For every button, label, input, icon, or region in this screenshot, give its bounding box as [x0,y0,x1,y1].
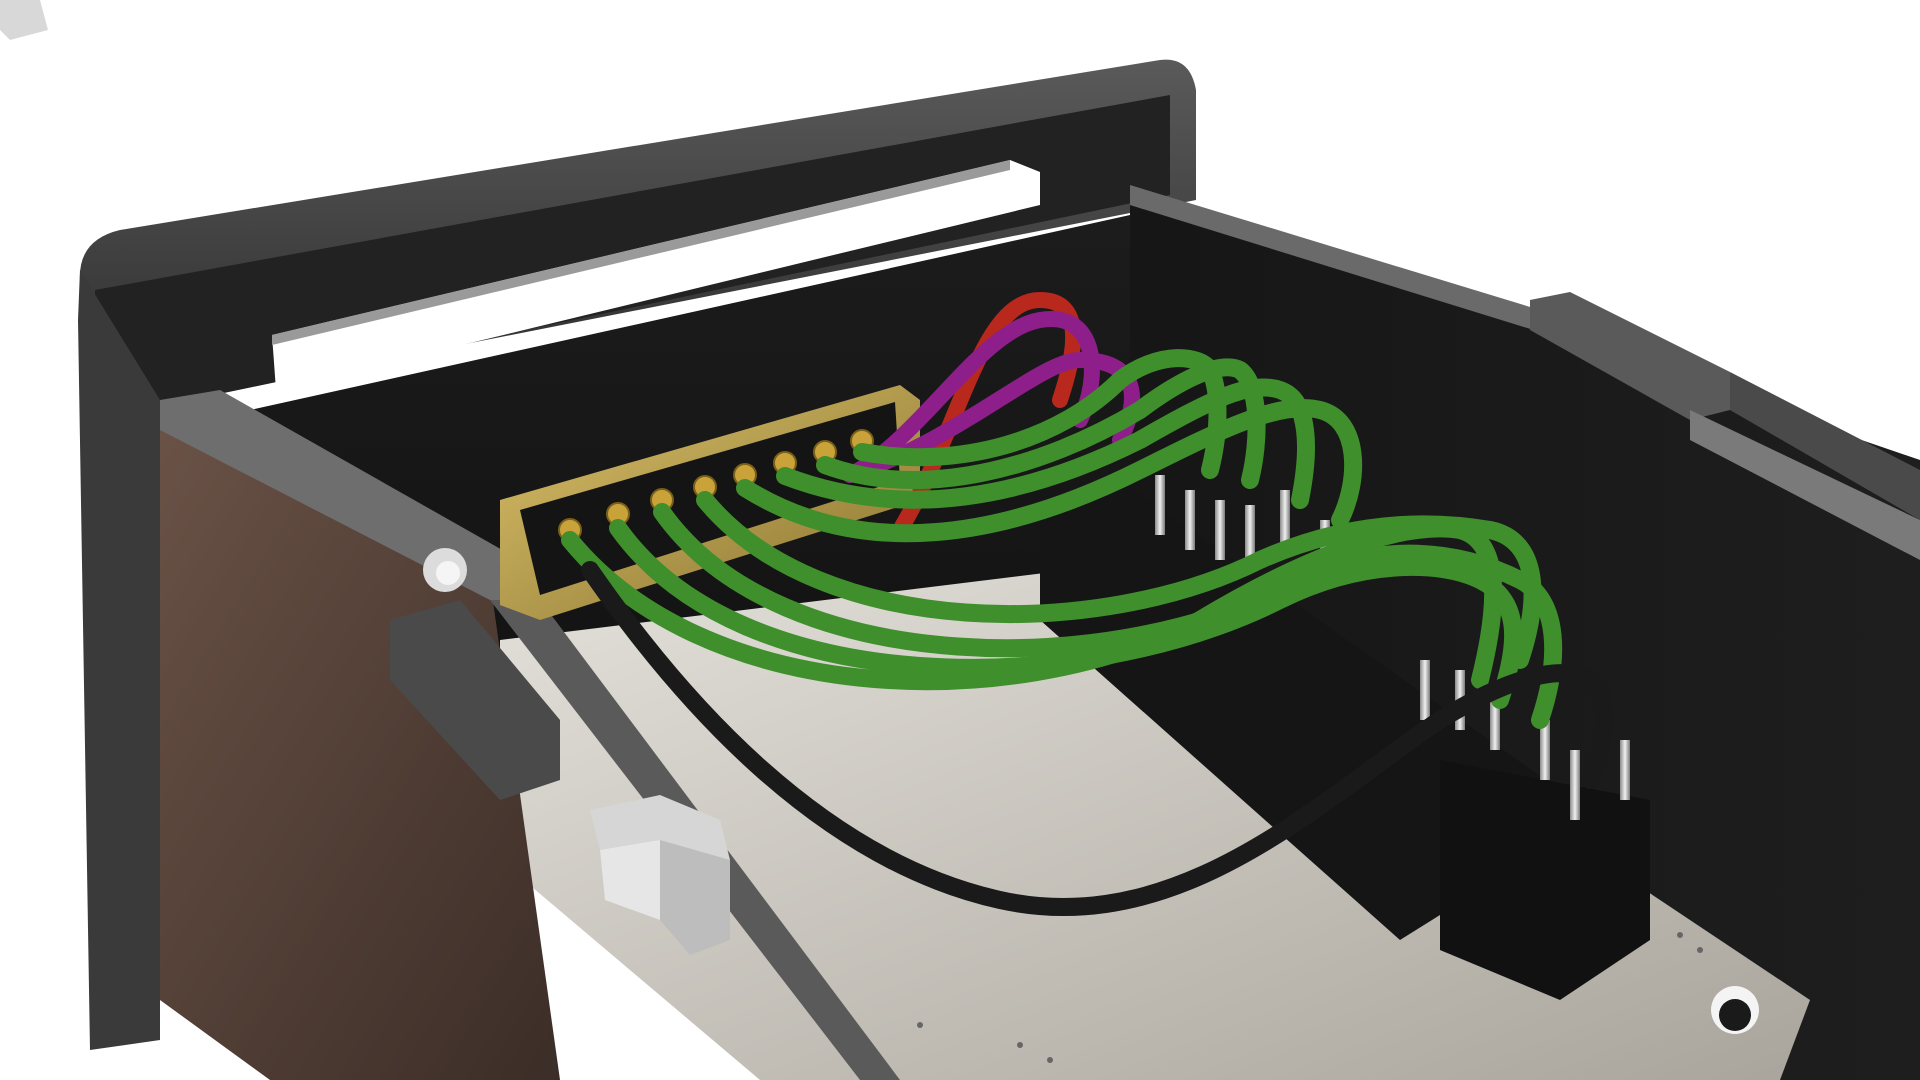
render-scene [0,0,1920,1080]
fragment-top-left [0,0,48,40]
